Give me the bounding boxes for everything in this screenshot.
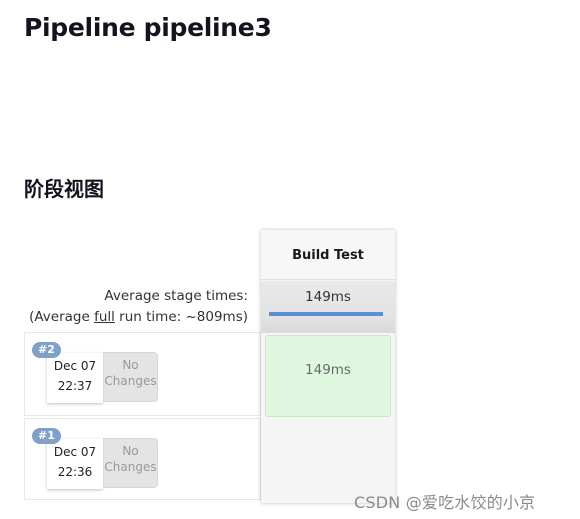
avg-run-prefix: (Average <box>29 309 95 325</box>
changes-box[interactable]: No Changes <box>103 438 158 488</box>
stage-result-cell-empty <box>265 421 391 499</box>
changes-box[interactable]: No Changes <box>103 352 158 402</box>
changes-line2: Changes <box>104 460 157 474</box>
build-date: Dec 07 <box>53 359 97 373</box>
avg-stage-times-label: Average stage times: <box>104 288 248 304</box>
avg-run-full-link: full <box>94 309 115 325</box>
watermark: CSDN @爱吃水饺的小京 <box>354 493 536 512</box>
build-number-badge[interactable]: #1 <box>32 428 61 444</box>
build-time: 22:37 <box>57 379 93 393</box>
changes-line1: No <box>122 444 139 458</box>
avg-run-suffix: run time: ~809ms) <box>114 309 248 325</box>
stage-result-cell-success[interactable]: 149ms <box>265 335 391 417</box>
stage-average-progress-bar <box>269 312 383 316</box>
avg-run-time-label: (Average full run time: ~809ms) <box>24 307 248 328</box>
changes-line2: Changes <box>104 374 157 388</box>
build-number-badge[interactable]: #2 <box>32 342 61 358</box>
average-times-summary: Average stage times: (Average full run t… <box>24 286 248 328</box>
build-row: #1 Dec 07 22:36 No Changes <box>24 418 261 500</box>
stage-column-build-test: Build Test 149ms 149ms <box>261 230 395 503</box>
changes-line1: No <box>122 358 139 372</box>
stage-average-time: 149ms <box>261 281 395 333</box>
build-time: 22:36 <box>57 465 93 479</box>
stage-average-progress-fill <box>269 312 383 316</box>
build-date-card: Dec 07 22:37 <box>47 353 103 403</box>
stage-average-value: 149ms <box>305 289 351 305</box>
build-date-card: Dec 07 22:36 <box>47 439 103 489</box>
page-title: Pipeline pipeline3 <box>24 13 272 42</box>
build-date: Dec 07 <box>53 445 97 459</box>
stage-header: Build Test <box>261 230 395 280</box>
build-row: #2 Dec 07 22:37 No Changes <box>24 332 261 416</box>
stage-view-title: 阶段视图 <box>24 177 104 201</box>
